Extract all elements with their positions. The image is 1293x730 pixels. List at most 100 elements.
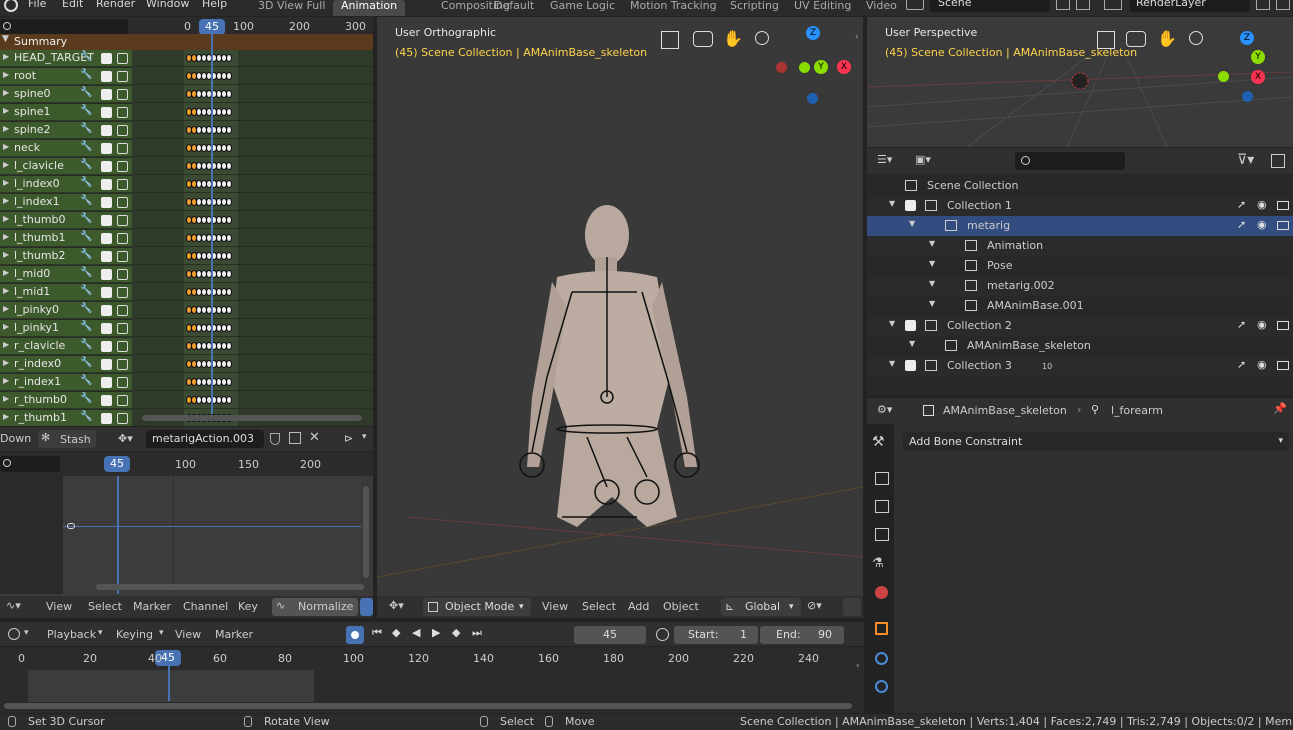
expand-arrow-icon[interactable]: ▶ — [3, 52, 9, 61]
keyframe-row[interactable] — [132, 284, 373, 301]
wrench-icon[interactable]: 🔧 — [80, 393, 92, 404]
expand-arrow-icon[interactable]: ▼ — [2, 34, 9, 44]
mute-checkbox[interactable] — [101, 269, 112, 280]
delete-layer-icon[interactable] — [1276, 0, 1290, 10]
outliner-row[interactable]: ▼ Pose — [867, 256, 1293, 276]
keyframe-row[interactable] — [132, 50, 373, 67]
graph-ruler[interactable]: 45 100 150 200 — [0, 452, 373, 476]
expand-arrow-icon[interactable]: ▼ — [909, 339, 915, 348]
collection-checkbox[interactable] — [905, 320, 916, 331]
keyframe-row[interactable] — [132, 302, 373, 319]
expand-arrow-icon[interactable]: ▶ — [3, 88, 9, 97]
clock-icon[interactable] — [8, 628, 20, 640]
wrench-icon[interactable]: 🔧 — [80, 267, 92, 278]
expand-arrow-icon[interactable]: ▶ — [3, 160, 9, 169]
dropdown-arrow-icon[interactable]: ▾ — [159, 628, 164, 638]
timeline-area[interactable]: 45 ‹ 0 20 40 60 80 100 120 140 160 180 200 220 240 — [0, 647, 864, 713]
output-tab-icon[interactable] — [875, 500, 889, 513]
menu-playback[interactable]: Playback — [47, 628, 96, 641]
expand-arrow-icon[interactable]: ▼ — [929, 279, 935, 288]
wrench-icon[interactable]: 🔧 — [80, 249, 92, 260]
channel-row[interactable]: ▶ spine1 🔧 — [0, 104, 132, 121]
keyframe-row[interactable] — [132, 122, 373, 139]
world-tab-icon[interactable] — [875, 586, 888, 599]
expand-arrow-icon[interactable]: ▶ — [3, 304, 9, 313]
delete-scene-icon[interactable] — [1076, 0, 1090, 10]
mute-checkbox[interactable] — [101, 107, 112, 118]
menu-add[interactable]: Add — [628, 600, 649, 613]
zoom-icon[interactable] — [755, 31, 769, 45]
gizmo-x-axis[interactable]: X — [1251, 70, 1265, 84]
channel-row[interactable]: ▶ l_clavicle 🔧 — [0, 158, 132, 175]
expand-arrow-icon[interactable]: ▶ — [3, 178, 9, 187]
graph-editor[interactable]: 45 100 150 200 — [0, 452, 373, 596]
mute-checkbox[interactable] — [101, 395, 112, 406]
channel-row[interactable]: ▶ neck 🔧 — [0, 140, 132, 157]
stash-button[interactable]: ✻ Stash — [38, 430, 96, 448]
editor-type-icon[interactable]: ⚙▾ — [877, 403, 892, 416]
channel-search-input[interactable] — [0, 19, 128, 35]
render-toggle-icon[interactable] — [1277, 361, 1289, 370]
outliner-row[interactable]: ▼ AMAnimBase.001 — [867, 296, 1293, 316]
visibility-eye-icon[interactable]: ◉ — [1257, 218, 1267, 231]
keyframe[interactable] — [226, 54, 232, 62]
tab-scripting[interactable]: Scripting — [722, 0, 787, 16]
start-frame-field[interactable]: Start: 1 — [674, 626, 758, 644]
keyframe[interactable] — [226, 324, 232, 332]
tab-video[interactable]: Video — [858, 0, 905, 16]
filter-dropdown-icon[interactable]: ▾ — [362, 432, 367, 442]
keyframe[interactable] — [226, 198, 232, 206]
new-collection-icon[interactable] — [1271, 154, 1285, 168]
keyframe-row[interactable] — [132, 230, 373, 247]
prev-keyframe-button[interactable]: ◆ — [392, 626, 400, 639]
wrench-icon[interactable]: 🔧 — [80, 159, 92, 170]
summary-row[interactable]: ▼ Summary — [0, 34, 373, 50]
gizmo-neg-y[interactable] — [1218, 71, 1229, 82]
outliner-row[interactable]: ▼ Collection 1 ➚ ◉ — [867, 196, 1293, 216]
action-name-field[interactable]: metarigAction.003 — [146, 430, 264, 448]
expand-arrow-icon[interactable]: ▶ — [3, 268, 9, 277]
outliner-row[interactable]: ▼ Collection 3 ➚ ◉ — [867, 356, 1293, 376]
view-layer-tab-icon[interactable] — [875, 528, 889, 541]
keyframe[interactable] — [226, 378, 232, 386]
expand-arrow-icon[interactable]: ▶ — [3, 142, 9, 151]
select-toggle-icon[interactable]: ➚ — [1237, 318, 1246, 331]
visibility-eye-icon[interactable]: ◉ — [1257, 318, 1267, 331]
gizmo-neg-z[interactable] — [807, 93, 818, 104]
keyframe[interactable] — [226, 90, 232, 98]
menu-view[interactable]: View — [175, 628, 201, 641]
select-toggle-icon[interactable]: ➚ — [1237, 198, 1246, 211]
expand-arrow-icon[interactable]: ▼ — [929, 259, 935, 268]
mute-checkbox[interactable] — [101, 323, 112, 334]
lock-icon[interactable] — [117, 71, 128, 82]
keyframe-row[interactable] — [132, 176, 373, 193]
play-reverse-button[interactable]: ◀ — [412, 626, 420, 639]
channel-row[interactable]: ▶ spine2 🔧 — [0, 122, 132, 139]
menu-channel[interactable]: Channel — [183, 600, 228, 613]
jump-start-button[interactable]: ⏮ — [372, 626, 382, 640]
menu-window[interactable]: Window — [146, 0, 189, 13]
mute-checkbox[interactable] — [101, 251, 112, 262]
lock-icon[interactable] — [117, 251, 128, 262]
display-mode-icon[interactable]: ▣▾ — [915, 153, 931, 166]
new-scene-icon[interactable] — [1056, 0, 1070, 10]
lock-icon[interactable] — [117, 269, 128, 280]
wrench-icon[interactable]: 🔧 — [80, 123, 92, 134]
expand-arrow-icon[interactable]: ▶ — [3, 394, 9, 403]
wrench-icon[interactable]: 🔧 — [80, 195, 92, 206]
outliner-row[interactable]: Scene Collection — [867, 176, 1293, 196]
mode-selector[interactable]: Object Mode ▾ — [423, 598, 531, 616]
menu-select[interactable]: Select — [582, 600, 616, 613]
graph-hscrollbar[interactable] — [96, 584, 364, 590]
tab-motion-tracking[interactable]: Motion Tracking — [622, 0, 725, 16]
collapse-arrow-icon[interactable]: ‹ — [855, 32, 859, 42]
graph-current-frame-indicator[interactable]: 45 — [104, 456, 130, 472]
graph-vscrollbar[interactable] — [363, 486, 369, 578]
keyframe-row[interactable] — [132, 86, 373, 103]
expand-arrow-icon[interactable]: ▼ — [889, 199, 895, 208]
outliner-row[interactable]: ▼ metarig ➚ ◉ — [867, 216, 1293, 236]
hand-pan-icon[interactable]: ✋ — [1157, 29, 1177, 48]
channel-row[interactable]: ▶ spine0 🔧 — [0, 86, 132, 103]
play-button[interactable]: ▶ — [432, 626, 440, 639]
expand-arrow-icon[interactable]: ▼ — [889, 359, 895, 368]
